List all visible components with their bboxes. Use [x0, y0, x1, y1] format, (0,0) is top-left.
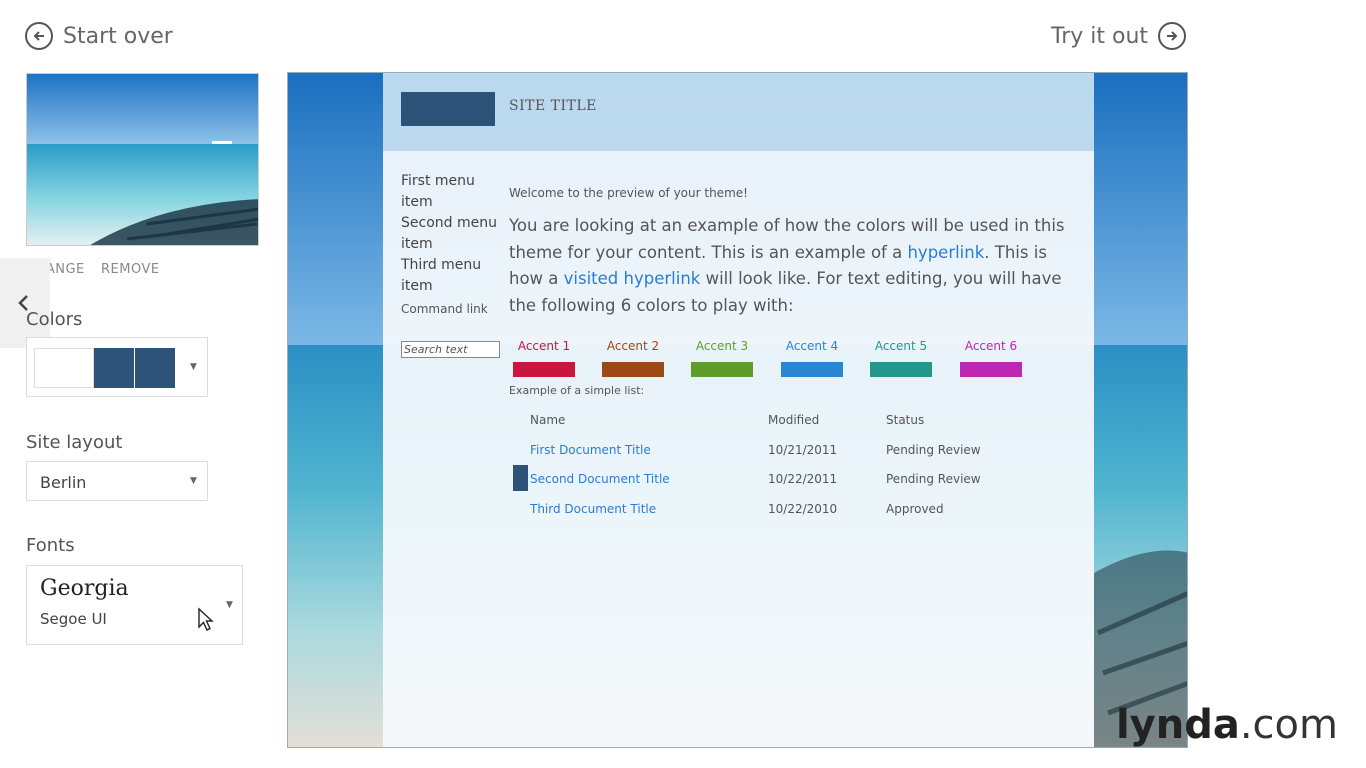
color-swatch-background [34, 348, 94, 388]
chevron-down-icon: ▼ [226, 600, 233, 610]
document-modified: 10/21/2011 [768, 443, 838, 457]
color-swatch-secondary [135, 348, 175, 388]
accent-4-label: Accent 4 [785, 339, 839, 353]
try-it-out-label: Try it out [1051, 23, 1149, 49]
site-layout-dropdown[interactable]: Berlin ▼ [26, 461, 208, 501]
menu-item-first[interactable]: First menu item [401, 171, 501, 213]
visited-hyperlink-example[interactable]: visited hyperlink [564, 269, 701, 288]
site-title: SITE TITLE [509, 98, 597, 114]
document-status: Pending Review [886, 443, 981, 457]
document-modified: 10/22/2011 [768, 472, 838, 486]
try-it-out-button[interactable]: Try it out [1051, 22, 1187, 50]
accent-1-label: Accent 1 [517, 339, 571, 353]
start-over-label: Start over [63, 23, 173, 49]
site-layout-label: Site layout [26, 432, 123, 453]
site-header: SITE TITLE [383, 73, 1094, 151]
body-font-value: Segoe UI [40, 610, 107, 628]
column-header-name[interactable]: Name [530, 413, 565, 427]
accent-6-swatch [960, 362, 1022, 377]
accent-3-swatch [691, 362, 753, 377]
mouse-cursor-icon [198, 607, 214, 631]
accent-3-label: Accent 3 [695, 339, 749, 353]
back-arrow-icon [25, 22, 53, 50]
theme-preview: SITE TITLE First menu item Second menu i… [287, 72, 1188, 748]
heading-font-value: Georgia [40, 576, 129, 601]
colors-label: Colors [26, 309, 83, 330]
accent-5-label: Accent 5 [874, 339, 928, 353]
search-input[interactable]: Search text [401, 341, 500, 358]
accent-6-label: Accent 6 [964, 339, 1018, 353]
site-logo [401, 92, 495, 126]
fonts-dropdown[interactable]: Georgia Segoe UI ▼ [26, 565, 243, 645]
collapse-panel-button[interactable] [0, 258, 50, 348]
color-swatch-primary [94, 348, 134, 388]
welcome-text: Welcome to the preview of your theme! [509, 186, 748, 200]
chevron-down-icon: ▼ [190, 362, 197, 372]
accent-5-swatch [870, 362, 932, 377]
document-title-link[interactable]: First Document Title [530, 443, 651, 457]
site-layout-value: Berlin [40, 473, 87, 492]
accent-4-swatch [781, 362, 843, 377]
document-title-link[interactable]: Second Document Title [530, 472, 670, 486]
watermark-suffix: .com [1239, 702, 1338, 748]
accent-2-swatch [602, 362, 664, 377]
intro-paragraph: You are looking at an example of how the… [509, 213, 1069, 319]
document-status: Approved [886, 502, 944, 516]
document-status: Pending Review [886, 472, 981, 486]
start-over-button[interactable]: Start over [25, 22, 173, 50]
fonts-label: Fonts [26, 535, 75, 556]
column-header-modified[interactable]: Modified [768, 413, 819, 427]
command-link[interactable]: Command link [401, 302, 501, 316]
lynda-watermark: lynda.com [1116, 702, 1338, 748]
quick-launch-menu: First menu item Second menu item Third m… [401, 171, 501, 316]
document-title-link[interactable]: Third Document Title [530, 502, 656, 516]
document-modified: 10/22/2010 [768, 502, 838, 516]
menu-item-third[interactable]: Third menu item [401, 255, 501, 297]
chevron-down-icon: ▼ [190, 476, 197, 486]
accent-2-label: Accent 2 [606, 339, 660, 353]
watermark-brand: lynda [1115, 702, 1240, 748]
background-image-thumbnail [26, 73, 259, 246]
hyperlink-example[interactable]: hyperlink [907, 243, 984, 262]
accent-1-swatch [513, 362, 575, 377]
menu-item-second[interactable]: Second menu item [401, 213, 501, 255]
theme-content-area: SITE TITLE First menu item Second menu i… [383, 73, 1094, 747]
column-header-status[interactable]: Status [886, 413, 924, 427]
colors-dropdown[interactable]: ▼ [26, 337, 208, 397]
forward-arrow-icon [1158, 22, 1187, 50]
list-caption: Example of a simple list: [509, 384, 645, 397]
row-selection-marker[interactable] [513, 465, 528, 491]
remove-image-link[interactable]: REMOVE [101, 262, 160, 277]
